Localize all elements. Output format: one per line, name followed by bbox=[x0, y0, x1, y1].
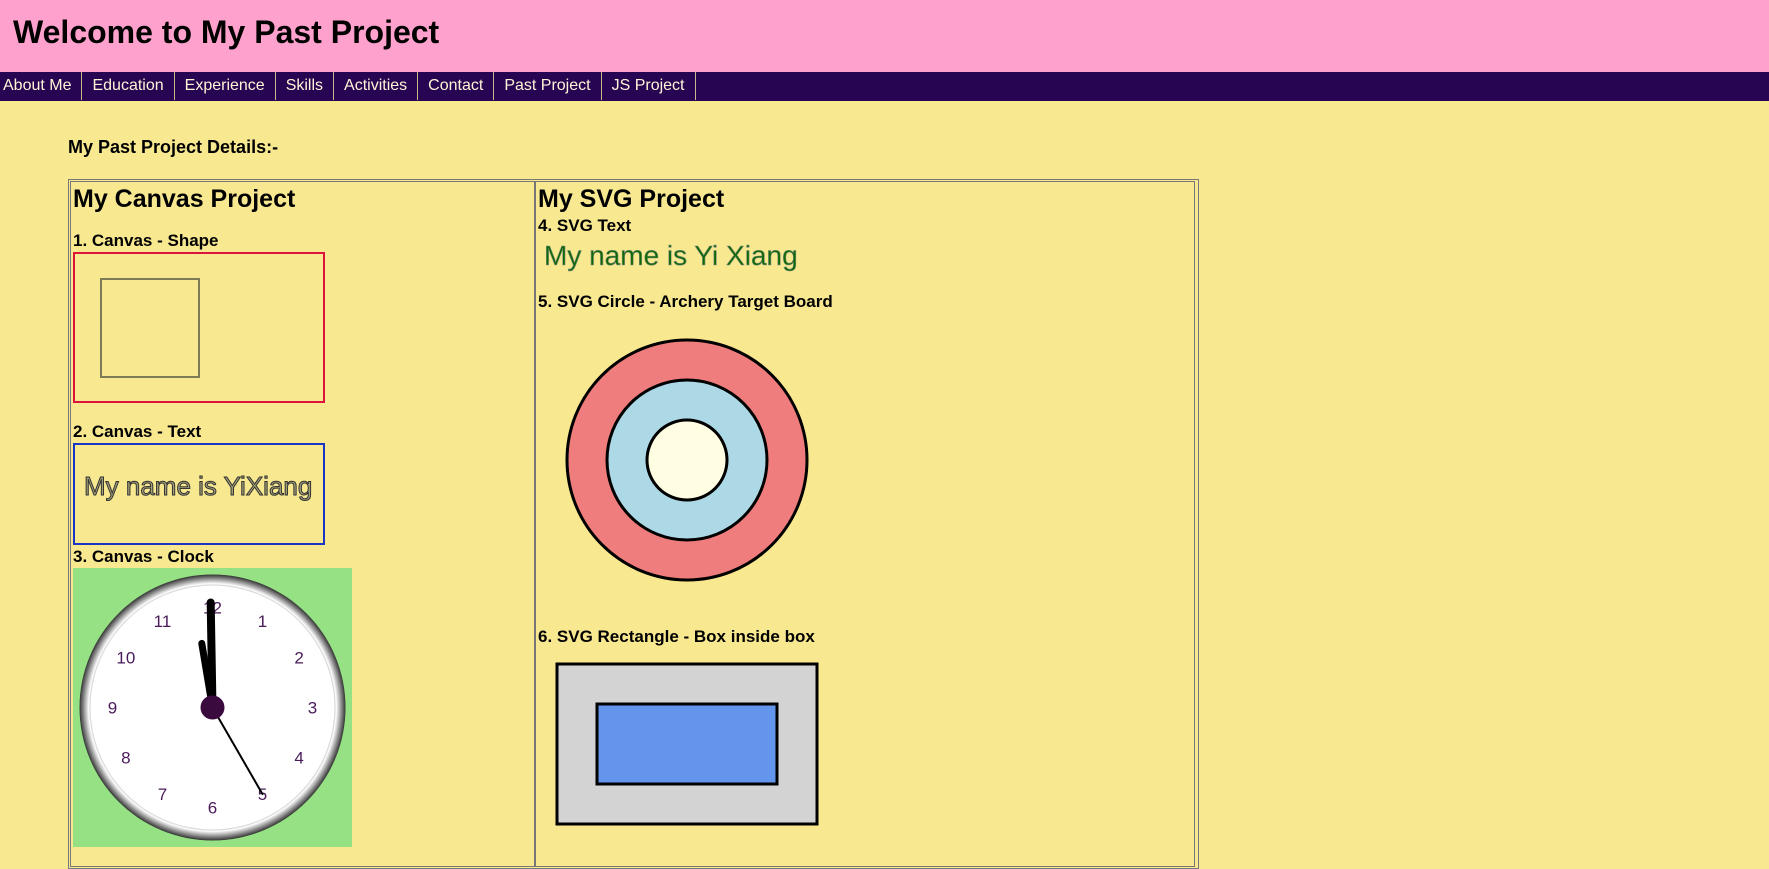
svg-circle-label: 5. SVG Circle - Archery Target Board bbox=[538, 292, 833, 311]
clock-number: 8 bbox=[121, 749, 130, 768]
canvas-text-frame: My name is YiXiang bbox=[73, 443, 325, 545]
canvas-project-title: My Canvas Project bbox=[73, 185, 296, 213]
nav-past-project[interactable]: Past Project bbox=[494, 72, 602, 100]
clock-center-dot bbox=[200, 695, 225, 720]
clock-number: 3 bbox=[308, 699, 317, 718]
clock-number: 11 bbox=[154, 612, 172, 631]
page-header: Welcome to My Past Project bbox=[0, 0, 1769, 72]
clock-number: 1 bbox=[258, 612, 267, 631]
svg-text-label: 4. SVG Text bbox=[538, 216, 632, 235]
clock-number: 7 bbox=[158, 785, 167, 804]
canvas-text-value: My name is YiXiang bbox=[83, 471, 313, 502]
svg-rect-label: 6. SVG Rectangle - Box inside box bbox=[538, 627, 815, 646]
nav-about-me[interactable]: About Me bbox=[0, 72, 83, 100]
clock-number: 4 bbox=[294, 749, 303, 768]
nav-skills[interactable]: Skills bbox=[276, 72, 335, 100]
page-title: Welcome to My Past Project bbox=[13, 14, 440, 50]
nav-contact[interactable]: Contact bbox=[418, 72, 495, 100]
nav-js-project[interactable]: JS Project bbox=[602, 72, 696, 100]
canvas-shape-frame bbox=[73, 252, 325, 403]
clock-number: 9 bbox=[108, 699, 117, 718]
nav-education[interactable]: Education bbox=[82, 72, 175, 100]
inner-box bbox=[595, 702, 779, 786]
clock-number: 6 bbox=[208, 799, 217, 818]
projects-table: My Canvas Project 1. Canvas - Shape 2. C… bbox=[68, 179, 1199, 869]
clock-svg: 121234567891011 bbox=[79, 574, 346, 841]
canvas-project-cell: My Canvas Project 1. Canvas - Shape 2. C… bbox=[70, 181, 535, 867]
canvas-shape-label: 1. Canvas - Shape bbox=[73, 231, 219, 250]
clock-number: 2 bbox=[294, 649, 303, 668]
clock-number: 10 bbox=[116, 649, 135, 668]
section-heading: My Past Project Details:- bbox=[68, 137, 279, 157]
svg-text-value: My name is Yi Xiang bbox=[544, 240, 798, 271]
nav-activities[interactable]: Activities bbox=[334, 72, 419, 100]
canvas-clock-frame: 121234567891011 bbox=[73, 568, 352, 847]
canvas-text-label: 2. Canvas - Text bbox=[73, 422, 202, 441]
main-nav: About Me Education Experience Skills Act… bbox=[0, 72, 1769, 101]
canvas-clock-label: 3. Canvas - Clock bbox=[73, 547, 214, 566]
canvas-square-shape bbox=[100, 278, 200, 378]
svg-project-title: My SVG Project bbox=[538, 185, 725, 213]
box-inside-box-svg bbox=[555, 662, 819, 826]
nav-experience[interactable]: Experience bbox=[175, 72, 276, 100]
target-bullseye bbox=[645, 418, 729, 502]
archery-target-svg bbox=[565, 338, 809, 582]
svg-project-cell: My SVG Project 4. SVG Text My name is Yi… bbox=[535, 181, 1195, 867]
svg-text-area: My name is Yi Xiang bbox=[544, 240, 798, 272]
